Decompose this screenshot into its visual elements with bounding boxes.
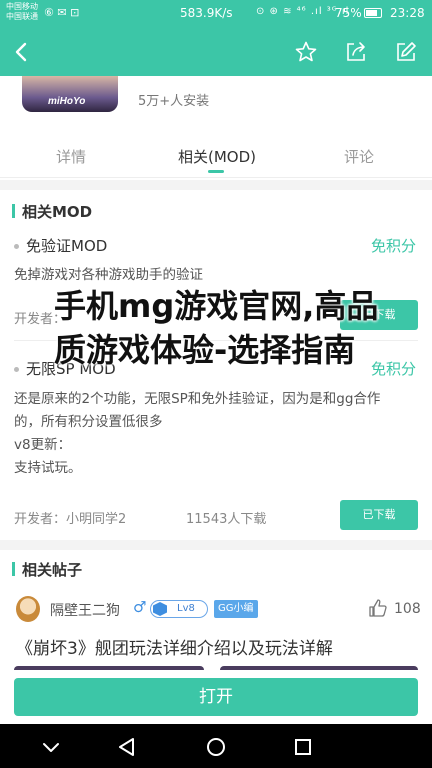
level-badge: Lv8 — [150, 600, 208, 618]
notification-icons: ⑥ ✉ ⊡ — [44, 6, 80, 19]
section-gap — [0, 540, 432, 550]
download-button[interactable]: 已下载 — [340, 500, 418, 530]
mods-section-title: 相关MOD — [12, 201, 92, 222]
install-count: 5万+人安装 — [138, 94, 210, 109]
system-nav-bar — [0, 724, 432, 768]
clock: 23:28 — [390, 6, 425, 20]
male-icon: ♂ — [133, 598, 147, 616]
mod-download-count: 11543人下载 — [186, 512, 267, 527]
tab-indicator — [208, 170, 224, 173]
app-brand: miHoYo — [48, 96, 86, 107]
mod-points: 免积分 — [370, 237, 416, 255]
app-bar — [0, 28, 432, 76]
mod-description: 还是原来的2个功能，无限SP和免外挂验证，因为是和gg合作 的，所有积分设置低很… — [14, 388, 418, 480]
description-line: 的，所有积分设置低很多 — [14, 414, 163, 430]
nav-recents-icon[interactable] — [292, 736, 314, 758]
status-bar: 中国移动 中国联通 ⑥ ✉ ⊡ 583.9K/s ⊙ ⊛ ≋ ⁴⁶ .ıl ³ᴳ… — [0, 0, 432, 28]
avatar[interactable] — [16, 596, 40, 622]
description-line: 还是原来的2个功能，无限SP和免外挂验证，因为是和gg合作 — [14, 391, 381, 407]
tab-details[interactable]: 详情 — [56, 146, 86, 167]
carrier-line-1: 中国移动 — [6, 2, 38, 11]
share-icon[interactable] — [344, 40, 368, 64]
nav-back-icon[interactable] — [116, 736, 138, 758]
star-icon[interactable] — [294, 40, 318, 64]
back-arrow-icon[interactable] — [8, 38, 36, 66]
tab-related-mod[interactable]: 相关(MOD) — [178, 146, 256, 167]
bullet-icon — [14, 367, 19, 372]
like-count: 108 — [394, 601, 421, 617]
mod-name-text: 免验证MOD — [26, 237, 108, 255]
description-line: v8更新： — [14, 437, 72, 453]
battery-level: 75% — [335, 6, 362, 20]
bullet-icon — [14, 244, 19, 249]
description-line: 支持试玩。 — [14, 460, 82, 476]
edit-icon[interactable] — [394, 40, 418, 64]
tab-comments[interactable]: 评论 — [344, 146, 374, 167]
section-gap — [0, 180, 432, 190]
nav-collapse-icon[interactable] — [40, 736, 62, 758]
post-username[interactable]: 隔壁王二狗 — [50, 600, 120, 620]
network-speed: 583.9K/s — [180, 6, 233, 20]
post-title[interactable]: 《崩坏3》舰团玩法详细介绍以及玩法详解 — [16, 634, 333, 659]
thumbs-up-icon[interactable] — [368, 598, 388, 618]
app-cover-image: miHoYo — [22, 76, 118, 112]
level-text: Lv8 — [177, 603, 195, 614]
mod-name[interactable]: 免验证MOD — [14, 235, 107, 256]
posts-section-title: 相关帖子 — [12, 559, 82, 580]
open-button[interactable]: 打开 — [14, 678, 418, 716]
role-badge: GG小编 — [214, 600, 258, 618]
level-hex-icon — [153, 602, 167, 616]
battery-icon — [364, 8, 382, 18]
nav-home-icon[interactable] — [205, 736, 227, 758]
overlay-headline: 手机mg游戏官网,高品质游戏体验-选择指南 — [54, 287, 379, 369]
mod-developer: 开发者：小明同学2 — [14, 512, 127, 527]
carrier-info: 中国移动 中国联通 — [6, 2, 38, 22]
carrier-line-2: 中国联通 — [6, 12, 38, 21]
tab-bar: 详情 相关(MOD) 评论 — [0, 130, 432, 178]
